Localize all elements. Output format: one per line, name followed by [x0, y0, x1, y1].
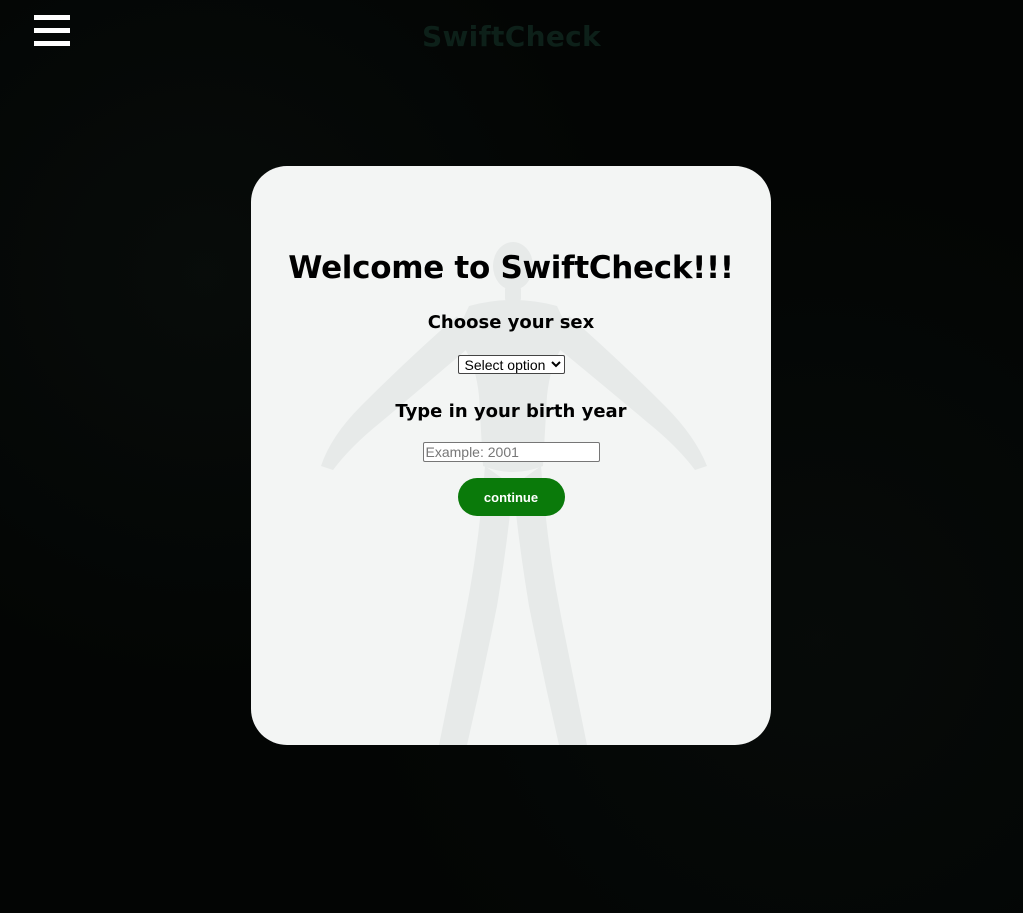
continue-button[interactable]: continue [457, 478, 565, 516]
welcome-title: Welcome to SwiftCheck!!! [288, 250, 734, 286]
birth-year-input[interactable] [422, 442, 600, 462]
sex-label: Choose your sex [427, 312, 595, 333]
page-background: SwiftCheck Welcome to SwiftCheck!!! Choo… [0, 0, 1023, 913]
welcome-card: Welcome to SwiftCheck!!! Choose your sex… [251, 166, 771, 745]
brand-title: SwiftCheck [422, 20, 601, 53]
sex-select[interactable]: Select option [457, 355, 565, 374]
birth-year-label: Type in your birth year [395, 401, 627, 422]
